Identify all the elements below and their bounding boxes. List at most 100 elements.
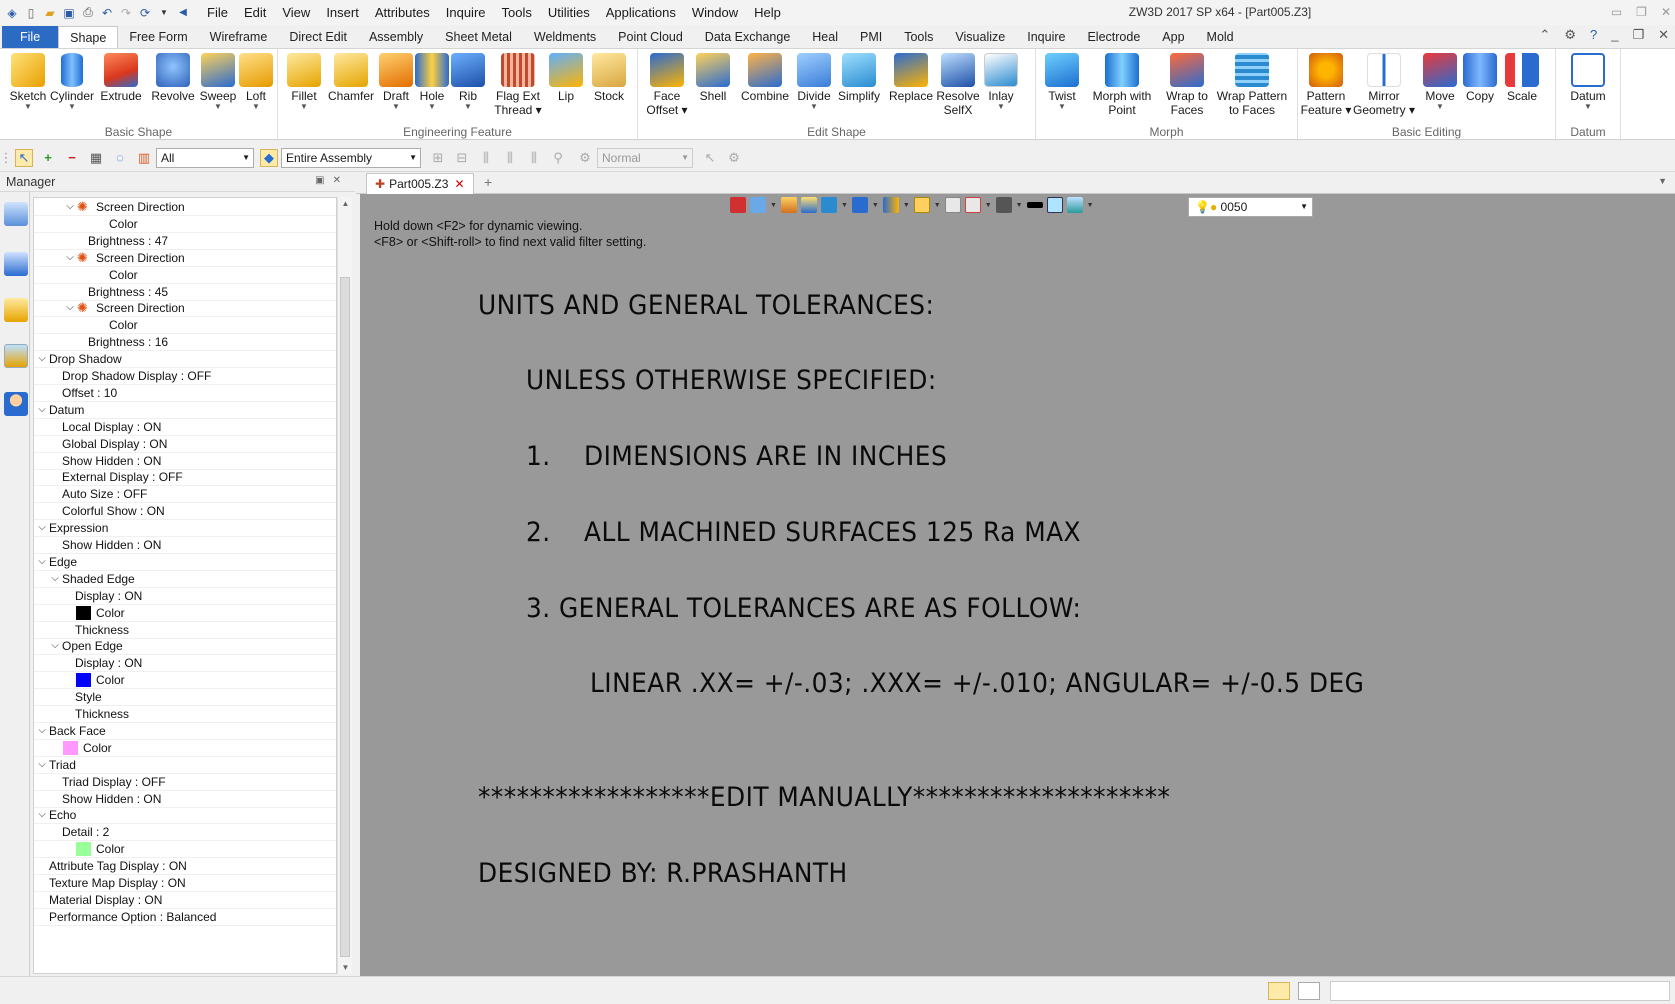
regen-icon[interactable]: ⟳ xyxy=(137,5,153,21)
tab-point-cloud[interactable]: Point Cloud xyxy=(607,26,694,48)
tree-item-screen-direction[interactable]: ⌵ ✺ Screen Direction xyxy=(34,299,336,318)
tab-data-exchange[interactable]: Data Exchange xyxy=(694,26,801,48)
menu-view[interactable]: View xyxy=(274,0,318,25)
tree-item-triad-display[interactable]: Triad Display : OFF xyxy=(34,773,336,791)
tree-item-material-display[interactable]: Material Display : ON xyxy=(34,891,336,909)
add-icon[interactable]: + xyxy=(39,149,57,167)
tab-inquire[interactable]: Inquire xyxy=(1016,26,1076,48)
distribute2-icon[interactable]: ⫼ xyxy=(501,149,519,167)
drawing-text-note-2[interactable]: 2. ALL MACHINED SURFACES 125 Ra MAX xyxy=(526,517,1081,548)
exit-icon[interactable] xyxy=(730,197,746,213)
morph-with-point-button[interactable]: Morph with Point xyxy=(1086,53,1158,117)
back-arrow-icon[interactable]: ◀ xyxy=(175,5,191,21)
tree-item-show-hidden[interactable]: Show Hidden : ON xyxy=(34,536,336,554)
tree-item-triad[interactable]: ⌵ Triad xyxy=(34,756,336,774)
expand-toggle-icon[interactable]: ⌵ xyxy=(36,756,48,774)
clip-icon[interactable] xyxy=(964,197,981,213)
tab-tools[interactable]: Tools xyxy=(893,26,944,48)
section-icon[interactable] xyxy=(944,197,961,213)
tree-item-display[interactable]: Display : ON xyxy=(34,587,336,605)
box-view-icon[interactable] xyxy=(820,197,837,213)
wrap-pattern-button[interactable]: Wrap Pattern to Faces xyxy=(1214,53,1290,117)
simplify-button[interactable]: Simplify xyxy=(833,53,885,103)
tree-item-thickness[interactable]: Thickness xyxy=(34,705,336,723)
color-swatch[interactable] xyxy=(76,673,91,688)
select-pointer-icon[interactable]: ↖ xyxy=(15,148,33,167)
scroll-down-icon[interactable]: ▼ xyxy=(338,963,353,972)
layer-icon[interactable] xyxy=(1066,197,1083,213)
user-icon[interactable] xyxy=(4,392,28,416)
doc-close-icon[interactable]: ✕ xyxy=(1658,27,1669,43)
stock-button[interactable]: Stock xyxy=(583,53,635,103)
tree-item-color[interactable]: Color xyxy=(34,215,336,233)
close-icon[interactable]: ✕ xyxy=(1661,0,1671,25)
part-icon[interactable] xyxy=(4,298,28,322)
minimize-icon[interactable]: ▭ xyxy=(1611,0,1622,25)
display-icon[interactable] xyxy=(995,197,1012,213)
loft-button[interactable]: Loft ▼ xyxy=(230,53,282,111)
tree-scrollbar[interactable]: ▲ ▼ xyxy=(337,197,352,974)
face-offset-button[interactable]: Face Offset ▾ xyxy=(641,53,693,117)
new-file-icon[interactable]: ▯ xyxy=(23,5,39,21)
scroll-thumb[interactable] xyxy=(340,277,350,957)
tree-item-brightness[interactable]: Brightness : 16 xyxy=(34,333,336,352)
list-view-icon[interactable] xyxy=(1298,982,1320,1000)
tab-menu-icon[interactable]: ▼ xyxy=(1658,176,1667,186)
mode-select[interactable]: Normal ▼ xyxy=(597,147,693,168)
restore-icon[interactable]: ❐ xyxy=(1636,0,1647,25)
chevron-down-icon[interactable]: ▼ xyxy=(156,5,172,21)
rib-button[interactable]: Rib ▼ xyxy=(442,53,494,111)
scope-select[interactable]: Entire Assembly ▼ xyxy=(281,147,421,168)
bg-color-icon[interactable] xyxy=(1046,197,1063,213)
tree-item-back-face[interactable]: ⌵ Back Face xyxy=(34,722,336,740)
menu-file[interactable]: File xyxy=(199,0,236,25)
tree-item-attribute-tag-display[interactable]: Attribute Tag Display : ON xyxy=(34,857,336,876)
tab-electrode[interactable]: Electrode xyxy=(1076,26,1151,48)
redo-icon[interactable]: ↷ xyxy=(118,5,134,21)
layer-select[interactable]: 💡● 0050 ▼ xyxy=(1188,197,1313,217)
tree-item-edge[interactable]: ⌵ Edge xyxy=(34,553,336,571)
menu-edit[interactable]: Edit xyxy=(236,0,274,25)
twist-button[interactable]: Twist ▼ xyxy=(1036,53,1088,111)
drawing-text-edit-manually[interactable]: ******************EDIT MANUALLY*********… xyxy=(478,782,1170,813)
drawing-text-subheading[interactable]: UNLESS OTHERWISE SPECIFIED: xyxy=(526,365,937,396)
wrap-to-faces-button[interactable]: Wrap to Faces xyxy=(1161,53,1213,117)
line-color-icon[interactable] xyxy=(1026,202,1043,208)
history-tree-icon[interactable] xyxy=(4,202,28,226)
layout-view-icon[interactable] xyxy=(1268,982,1290,1000)
datum-button[interactable]: Datum ▼ xyxy=(1562,53,1614,111)
flag-ext-thread-button[interactable]: Flag Ext Thread ▾ xyxy=(492,53,544,117)
print-icon[interactable]: ⎙ xyxy=(80,5,96,21)
tab-pmi[interactable]: PMI xyxy=(849,26,893,48)
menu-tools[interactable]: Tools xyxy=(494,0,540,25)
distribute-icon[interactable]: ⫼ xyxy=(477,149,495,167)
expand-toggle-icon[interactable]: ⌵ xyxy=(36,722,48,740)
tree-item-global-display[interactable]: Global Display : ON xyxy=(34,435,336,453)
tab-sheet-metal[interactable]: Sheet Metal xyxy=(434,26,523,48)
tab-direct-edit[interactable]: Direct Edit xyxy=(278,26,358,48)
tree-item-echo[interactable]: ⌵ Echo xyxy=(34,806,336,825)
tree-item-style[interactable]: Style xyxy=(34,688,336,707)
tree-item-show-hidden[interactable]: Show Hidden : ON xyxy=(34,452,336,470)
tree-item-brightness[interactable]: Brightness : 45 xyxy=(34,283,336,301)
tree-item-color[interactable]: Color xyxy=(34,316,336,335)
cursor-pick-icon[interactable]: ↖ xyxy=(701,149,719,167)
tree-item-auto-size[interactable]: Auto Size : OFF xyxy=(34,485,336,504)
graphics-viewport[interactable]: ▼ ▼ ▼ ▼ ▼ ▼ ▼ ▼ 💡● 0050 ▼ Hold down <F2> … xyxy=(360,194,1675,976)
tab-weldments[interactable]: Weldments xyxy=(523,26,607,48)
drawing-text-designer[interactable]: DESIGNED BY: R.PRASHANTH xyxy=(478,858,848,889)
tree-item-color[interactable]: Color xyxy=(34,604,336,622)
color-swatch[interactable] xyxy=(76,605,91,620)
tree-item-shaded-edge[interactable]: ⌵ Shaded Edge xyxy=(34,570,336,588)
tree-item-color[interactable]: Color xyxy=(34,739,336,757)
view-orient-icon[interactable] xyxy=(750,197,766,213)
color-swatch[interactable] xyxy=(76,842,91,857)
pin-icon[interactable]: ⚲ xyxy=(549,149,567,167)
scroll-up-icon[interactable]: ▲ xyxy=(338,199,353,208)
pin-icon[interactable]: ▣ xyxy=(315,175,332,186)
zoom-icon[interactable] xyxy=(913,197,930,213)
cube-icon[interactable] xyxy=(800,197,817,213)
menu-attributes[interactable]: Attributes xyxy=(367,0,438,25)
tab-free-form[interactable]: Free Form xyxy=(118,26,198,48)
expand-toggle-icon[interactable]: ⌵ xyxy=(49,637,61,655)
